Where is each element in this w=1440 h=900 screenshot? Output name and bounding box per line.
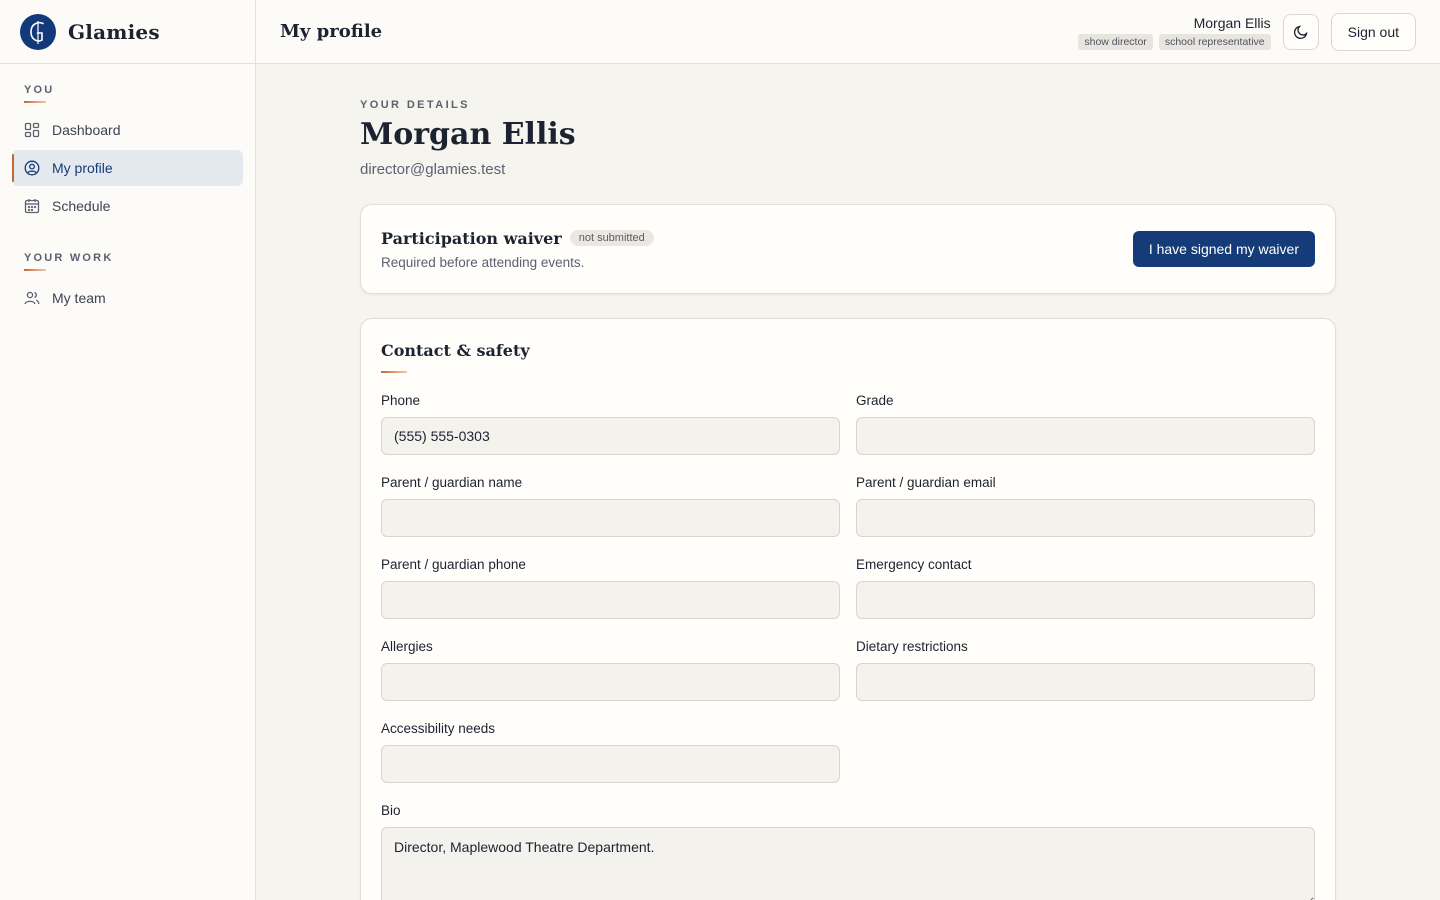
field-label: Emergency contact xyxy=(856,557,972,572)
accessibility-input[interactable] xyxy=(381,745,840,783)
sidebar-item-my-profile[interactable]: My profile xyxy=(12,150,243,186)
parent-name-field-group: Parent / guardian name xyxy=(381,475,840,557)
waiver-title-row: Participation waiver not submitted xyxy=(381,229,654,248)
page-title: My profile xyxy=(280,21,383,42)
sign-waiver-button[interactable]: I have signed my waiver xyxy=(1132,231,1315,267)
brand[interactable]: Glamies xyxy=(0,0,255,64)
sidebar: Glamies YOU Dashboard My profile Schedul… xyxy=(0,0,256,900)
sidebar-item-label: Schedule xyxy=(52,198,111,214)
parent-email-input[interactable] xyxy=(856,499,1315,537)
bio-field-group: Bio Director, Maplewood Theatre Departme… xyxy=(381,803,1315,900)
field-label: Parent / guardian phone xyxy=(381,557,526,572)
section-title: Contact & safety xyxy=(381,341,530,360)
theme-toggle-button[interactable] xyxy=(1282,13,1319,50)
phone-input[interactable] xyxy=(381,417,840,455)
emergency-contact-field-group: Emergency contact xyxy=(856,557,1315,639)
section-title-rule xyxy=(381,371,407,373)
calendar-icon xyxy=(24,198,40,214)
empty-cell xyxy=(856,721,1315,803)
waiver-title: Participation waiver xyxy=(381,228,562,248)
parent-phone-field-group: Parent / guardian phone xyxy=(381,557,840,639)
field-label: Grade xyxy=(856,393,894,408)
brand-name: Glamies xyxy=(68,19,160,44)
user-circle-icon xyxy=(24,160,40,176)
sidebar-item-dashboard[interactable]: Dashboard xyxy=(12,112,243,148)
accessibility-field-group: Accessibility needs xyxy=(381,721,840,803)
contact-form: Phone Grade Parent / guardian name Paren… xyxy=(381,393,1315,900)
sidebar-item-schedule[interactable]: Schedule xyxy=(12,188,243,224)
waiver-card: Participation waiver not submitted Requi… xyxy=(360,204,1336,294)
sidebar-item-label: My team xyxy=(52,290,106,306)
profile-email: director@glamies.test xyxy=(360,161,506,178)
sign-out-button[interactable]: Sign out xyxy=(1330,12,1416,51)
role-badge: school representative xyxy=(1158,33,1271,50)
moon-icon xyxy=(1293,24,1309,40)
glamies-logo-icon xyxy=(20,13,56,50)
top-bar-actions: Morgan Ellis show director school repres… xyxy=(1078,12,1416,51)
nav-heading: YOUR WORK xyxy=(24,252,114,264)
profile-name: Morgan Ellis xyxy=(360,117,576,152)
waiver-description: Required before attending events. xyxy=(381,254,585,270)
field-label: Allergies xyxy=(381,639,433,654)
parent-email-field-group: Parent / guardian email xyxy=(856,475,1315,557)
field-label: Dietary restrictions xyxy=(856,639,968,654)
sidebar-item-my-team[interactable]: My team xyxy=(12,280,243,316)
sidebar-item-label: Dashboard xyxy=(52,122,121,138)
parent-name-input[interactable] xyxy=(381,499,840,537)
bio-textarea[interactable]: Director, Maplewood Theatre Department. xyxy=(381,827,1315,900)
contact-safety-card: Contact & safety Phone Grade Parent / gu… xyxy=(360,318,1336,900)
main-content: YOUR DETAILS Morgan Ellis director@glami… xyxy=(360,64,1336,900)
grade-field-group: Grade xyxy=(856,393,1315,475)
nav-section-your-work: YOUR WORK My team xyxy=(0,251,255,316)
role-badges: show director school representative xyxy=(1078,33,1271,50)
parent-phone-input[interactable] xyxy=(381,581,840,619)
user-name: Morgan Ellis xyxy=(1193,14,1271,31)
nav-heading: YOU xyxy=(24,84,55,96)
phone-field-group: Phone xyxy=(381,393,840,475)
role-badge: show director xyxy=(1078,33,1153,50)
dietary-input[interactable] xyxy=(856,663,1315,701)
field-label: Accessibility needs xyxy=(381,721,496,736)
field-label: Phone xyxy=(381,393,421,408)
allergies-field-group: Allergies xyxy=(381,639,840,721)
allergies-input[interactable] xyxy=(381,663,840,701)
waiver-info: Participation waiver not submitted Requi… xyxy=(381,229,654,270)
emergency-contact-input[interactable] xyxy=(856,581,1315,619)
top-bar: My profile Morgan Ellis show director sc… xyxy=(256,0,1440,64)
nav-section-you: YOU Dashboard My profile Schedule xyxy=(0,83,255,224)
details-eyebrow: YOUR DETAILS xyxy=(360,99,470,111)
grade-input[interactable] xyxy=(856,417,1315,455)
field-label: Parent / guardian email xyxy=(856,475,996,490)
status-badge: not submitted xyxy=(569,230,654,246)
dashboard-icon xyxy=(24,122,40,138)
current-user: Morgan Ellis show director school repres… xyxy=(1078,14,1271,50)
field-label: Parent / guardian name xyxy=(381,475,523,490)
users-icon xyxy=(24,290,40,306)
field-label: Bio xyxy=(381,803,401,818)
dietary-field-group: Dietary restrictions xyxy=(856,639,1315,721)
sidebar-item-label: My profile xyxy=(52,160,113,176)
